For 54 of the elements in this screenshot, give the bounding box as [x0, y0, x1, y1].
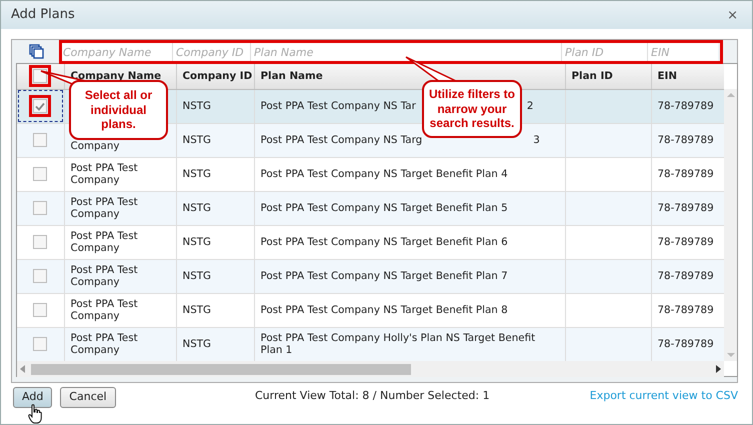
copy-icon[interactable] [28, 44, 44, 59]
table-cell: NSTG [182, 304, 212, 316]
table-cell: NSTG [182, 134, 212, 146]
checkbox[interactable] [33, 303, 48, 317]
table-cell: 78-789789 [658, 270, 714, 282]
status-text: Current View Total: 8 / Number Selected: 1 [255, 388, 490, 404]
table-cell: Post PPA Test Company NS Targ [260, 134, 422, 146]
table-cell: Post PPA Test Company [70, 298, 138, 322]
table-cell: 3 [533, 134, 540, 146]
table-cell: Post PPA Test Company [70, 162, 138, 186]
table-cell: NSTG [182, 202, 212, 214]
table-cell: 78-789789 [658, 168, 714, 180]
table-cell: 78-789789 [658, 338, 714, 350]
table-cell: Post PPA Test Company NS Target Benefit Plan 4 [260, 168, 508, 180]
table-cell: Post PPA Test Company NS Tar [260, 100, 416, 112]
table-cell: Post PPA Test Company [70, 264, 138, 288]
table-cell: 78-789789 [658, 304, 714, 316]
checkbox[interactable] [33, 337, 48, 351]
table-cell: NSTG [182, 270, 212, 282]
table-cell: Post PPA Test Company NS Target Benefit Plan 7 [260, 270, 508, 282]
table-cell: Post PPA Test Company NS Target Benefit Plan 8 [260, 304, 508, 316]
table-cell: NSTG [182, 236, 212, 248]
table-cell: Post PPA Test Company NS Target Benefit Plan 6 [260, 236, 508, 248]
checkbox[interactable] [33, 99, 48, 113]
checkbox[interactable] [33, 167, 48, 181]
table-cell: 78-789789 [658, 134, 714, 146]
table-cell: 78-789789 [658, 202, 714, 214]
button[interactable]: Add [13, 387, 52, 408]
checkbox[interactable] [33, 69, 48, 84]
table-cell: Post PPA Test Company NS Target Benefit Plan 5 [260, 202, 508, 214]
button[interactable]: Cancel [60, 387, 116, 408]
column-header[interactable]: Plan Name [260, 70, 323, 82]
table-cell: Post PPA Test Company [70, 230, 138, 254]
checkbox[interactable] [33, 201, 48, 215]
callout: Select all or individual plans. [69, 80, 168, 140]
horizontal-scrollbar[interactable] [17, 361, 724, 377]
column-header[interactable]: EIN [658, 70, 677, 82]
table-cell: Post PPA Test Company Holly's Plan NS Target Benefit Plan 1 [260, 332, 536, 356]
checkbox[interactable] [33, 269, 48, 283]
vertical-scrollbar[interactable] [724, 89, 737, 361]
table-cell: Post PPA Test Company [70, 332, 138, 356]
checkbox[interactable] [33, 133, 48, 147]
table-cell-text: Company [70, 140, 120, 152]
hand-cursor-icon [28, 404, 42, 424]
table-cell: NSTG [182, 338, 212, 350]
table-cell: NSTG [182, 100, 212, 112]
window-title: Add Plans [11, 6, 75, 24]
table-cell: 78-789789 [658, 236, 714, 248]
close-button[interactable]: × [723, 8, 742, 22]
table-cell: NSTG [182, 168, 212, 180]
checkbox[interactable] [33, 235, 48, 249]
table-cell: 2 [526, 100, 534, 112]
table-cell: Post PPA Test Company [70, 196, 138, 220]
table-cell: 78-789789 [658, 100, 714, 112]
